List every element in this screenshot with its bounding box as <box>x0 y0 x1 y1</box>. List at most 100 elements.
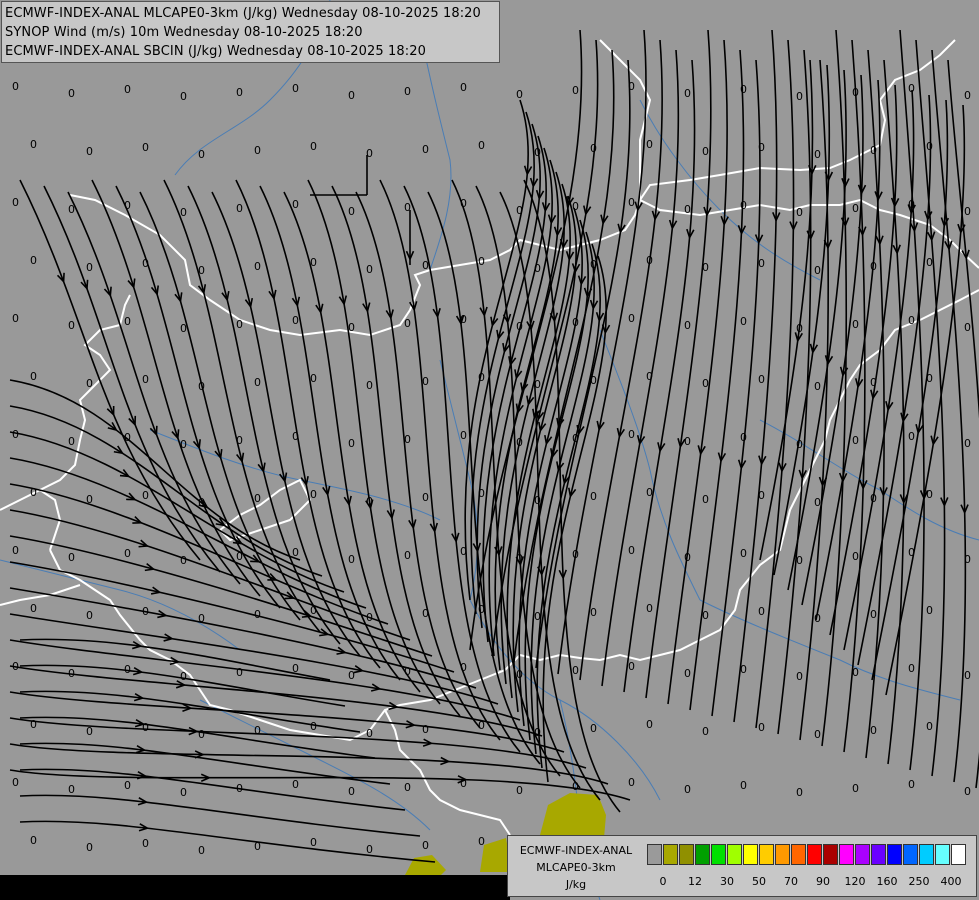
sbcin-label: 0 <box>124 547 131 560</box>
sbcin-label: 0 <box>646 254 653 267</box>
sbcin-label: 0 <box>422 143 429 156</box>
sbcin-label: 0 <box>30 254 37 267</box>
sbcin-label: 0 <box>180 786 187 799</box>
sbcin-label: 0 <box>908 82 915 95</box>
sbcin-label: 0 <box>348 553 355 566</box>
sbcin-label: 0 <box>572 84 579 97</box>
sbcin-label: 0 <box>68 667 75 680</box>
sbcin-label: 0 <box>926 256 933 269</box>
sbcin-label: 0 <box>534 494 541 507</box>
sbcin-label: 0 <box>68 435 75 448</box>
sbcin-label: 0 <box>348 669 355 682</box>
legend-swatch <box>919 844 934 865</box>
sbcin-label: 0 <box>628 80 635 93</box>
sbcin-label: 0 <box>254 376 261 389</box>
legend-swatch <box>871 844 886 865</box>
sbcin-label: 0 <box>814 612 821 625</box>
sbcin-label: 0 <box>590 606 597 619</box>
sbcin-label: 0 <box>740 779 747 792</box>
sbcin-label: 0 <box>366 727 373 740</box>
sbcin-label: 0 <box>460 777 467 790</box>
no-data-strip <box>0 875 510 900</box>
sbcin-label: 0 <box>460 313 467 326</box>
sbcin-label: 0 <box>796 206 803 219</box>
sbcin-label: 0 <box>870 260 877 273</box>
legend-swatch <box>855 844 870 865</box>
sbcin-label: 0 <box>12 428 19 441</box>
sbcin-label: 0 <box>926 488 933 501</box>
sbcin-label: 0 <box>516 320 523 333</box>
sbcin-label: 0 <box>198 844 205 857</box>
sbcin-label: 0 <box>852 86 859 99</box>
sbcin-label: 0 <box>684 203 691 216</box>
sbcin-label: 0 <box>422 839 429 852</box>
sbcin-label: 0 <box>460 545 467 558</box>
sbcin-label: 0 <box>404 433 411 446</box>
title-line-1: ECMWF-INDEX-ANAL MLCAPE0-3km (J/kg) Wedn… <box>5 6 481 21</box>
sbcin-label: 0 <box>572 780 579 793</box>
sbcin-label: 0 <box>478 139 485 152</box>
sbcin-label: 0 <box>68 783 75 796</box>
sbcin-label: 0 <box>142 257 149 270</box>
sbcin-label: 0 <box>814 148 821 161</box>
sbcin-label: 0 <box>68 203 75 216</box>
sbcin-label: 0 <box>68 87 75 100</box>
sbcin-label: 0 <box>198 380 205 393</box>
legend-tick: 12 <box>688 875 702 888</box>
sbcin-label: 0 <box>964 785 971 798</box>
sbcin-label: 0 <box>852 202 859 215</box>
sbcin-label: 0 <box>292 546 299 559</box>
sbcin-label: 0 <box>646 718 653 731</box>
sbcin-label: 0 <box>460 81 467 94</box>
sbcin-label: 0 <box>30 486 37 499</box>
sbcin-label: 0 <box>758 373 765 386</box>
sbcin-label: 0 <box>366 495 373 508</box>
sbcin-label: 0 <box>236 86 243 99</box>
sbcin-label: 0 <box>142 141 149 154</box>
sbcin-label: 0 <box>124 431 131 444</box>
sbcin-label: 0 <box>422 607 429 620</box>
sbcin-label: 0 <box>254 144 261 157</box>
legend-tick-labels: 0 12 30 50 70 90 120 160 250 400 <box>647 875 967 889</box>
sbcin-label: 0 <box>478 255 485 268</box>
sbcin-label: 0 <box>404 317 411 330</box>
sbcin-label: 0 <box>964 205 971 218</box>
sbcin-label: 0 <box>12 196 19 209</box>
sbcin-label: 0 <box>348 437 355 450</box>
title-line-2: SYNOP Wind (m/s) 10m Wednesday 08-10-202… <box>5 25 363 40</box>
sbcin-label: 0 <box>236 782 243 795</box>
legend-unit: J/kg <box>565 878 587 891</box>
sbcin-label: 0 <box>142 837 149 850</box>
cape-legend: ECMWF-INDEX-ANAL MLCAPE0-3km J/kg 0 12 30 5… <box>507 835 977 897</box>
sbcin-label: 0 <box>590 258 597 271</box>
sbcin-label: 0 <box>86 261 93 274</box>
sbcin-label: 0 <box>702 493 709 506</box>
legend-tick: 50 <box>752 875 766 888</box>
legend-tick: 400 <box>940 875 962 888</box>
sbcin-label: 0 <box>702 377 709 390</box>
sbcin-label: 0 <box>422 259 429 272</box>
legend-subtitle: MLCAPE0-3km <box>536 861 616 874</box>
sbcin-label: 0 <box>236 318 243 331</box>
legend-swatch <box>759 844 774 865</box>
sbcin-label: 0 <box>758 257 765 270</box>
title-line-3: ECMWF-INDEX-ANAL SBCIN (J/kg) Wednesday … <box>5 44 426 59</box>
sbcin-label: 0 <box>572 316 579 329</box>
sbcin-label: 0 <box>310 256 317 269</box>
sbcin-label: 0 <box>124 83 131 96</box>
sbcin-label: 0 <box>628 196 635 209</box>
sbcin-label: 0 <box>460 197 467 210</box>
sbcin-label: 0 <box>572 548 579 561</box>
sbcin-label: 0 <box>404 781 411 794</box>
sbcin-label: 0 <box>86 609 93 622</box>
sbcin-label: 0 <box>702 725 709 738</box>
map-title-box: ECMWF-INDEX-ANAL MLCAPE0-3km (J/kg) Wedn… <box>1 1 500 63</box>
sbcin-label: 0 <box>142 605 149 618</box>
sbcin-label: 0 <box>758 605 765 618</box>
sbcin-label: 0 <box>12 776 19 789</box>
sbcin-label: 0 <box>628 312 635 325</box>
legend-tick: 90 <box>816 875 830 888</box>
sbcin-label: 0 <box>310 720 317 733</box>
sbcin-label: 0 <box>646 486 653 499</box>
legend-swatch <box>887 844 902 865</box>
